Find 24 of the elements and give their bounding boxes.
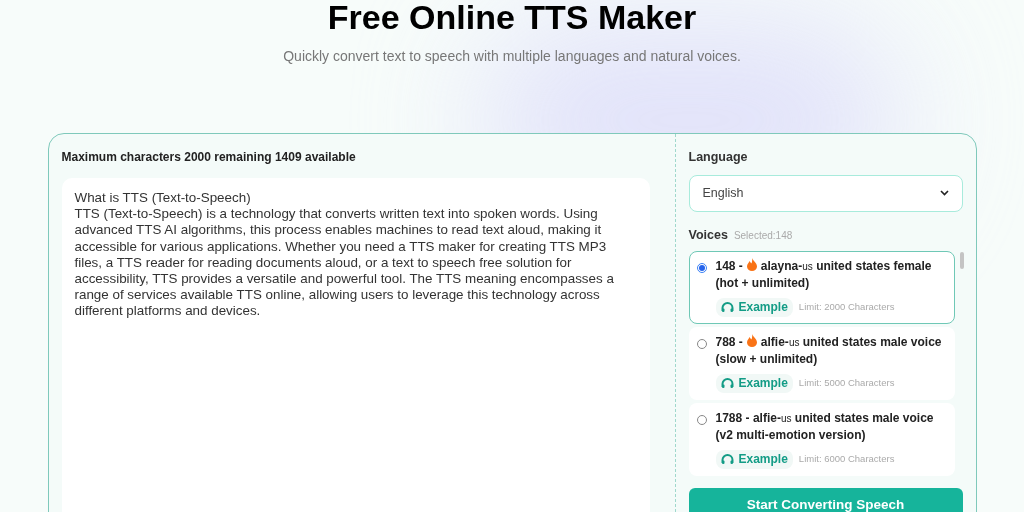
voice-name: 1788 - alfie-us united states male voice (v2 multi-emotion version): [715, 409, 935, 443]
language-label: Language: [688, 149, 749, 166]
headphones-icon: [720, 453, 734, 465]
text-input[interactable]: What is TTS (Text-to-Speech) TTS (Text-to-Speech) is a technology that converts written text into spoken words. Using advanced TTS AI algorithms, this process enables machines to read text aloud, making it accessible for various applications. Whether you need a TTS maker for creating TTS MP3 files, a TTS reader for reading documents aloud, or a text to speech free solution for accessibility, TTS provides a versatile and powerful tool. The TTS meaning encompasses a range of services available TTS online, allowing users to leverage this technology across different platforms and devices.: [61, 178, 650, 512]
voices-selected-count: Selected:148: [733, 228, 793, 243]
flame-icon: [746, 257, 757, 271]
character-limit: Limit: 6000 Characters: [798, 451, 895, 466]
page-subtitle: Quickly convert text to speech with multiple languages and natural voices.: [283, 47, 741, 66]
voice-option[interactable]: 788 - alfie-us united states male voice (slow + unlimited) Example Limit: 5000 Characters: [688, 326, 955, 400]
voices-label: Voices: [688, 226, 728, 244]
headphones-icon: [720, 377, 734, 389]
character-limit: Limit: 2000 Characters: [798, 299, 895, 314]
voice-option[interactable]: 1788 - alfie-us united states male voice (v2 multi-emotion version) Example Limit: 6000 Characters: [688, 402, 955, 476]
flame-icon: [746, 333, 757, 347]
chevron-down-icon: [939, 190, 949, 197]
character-limit: Limit: 5000 Characters: [798, 375, 895, 390]
character-counter: Maximum characters 2000 remaining 1409 available: [61, 149, 357, 166]
headphones-icon: [720, 301, 734, 313]
voice-option[interactable]: 148 - alayna-us united states female (hot + unlimited) Example Limit: 2000 Characters: [688, 250, 955, 324]
language-select[interactable]: English: [688, 174, 963, 212]
scrollbar-thumb[interactable]: [959, 251, 964, 269]
voice-name: 148 - alayna-us united states female (hot + unlimited): [715, 257, 933, 291]
voice-name: 788 - alfie-us united states male voice (slow + unlimited): [715, 333, 943, 367]
page-title: Free Online TTS Maker: [327, 0, 697, 34]
